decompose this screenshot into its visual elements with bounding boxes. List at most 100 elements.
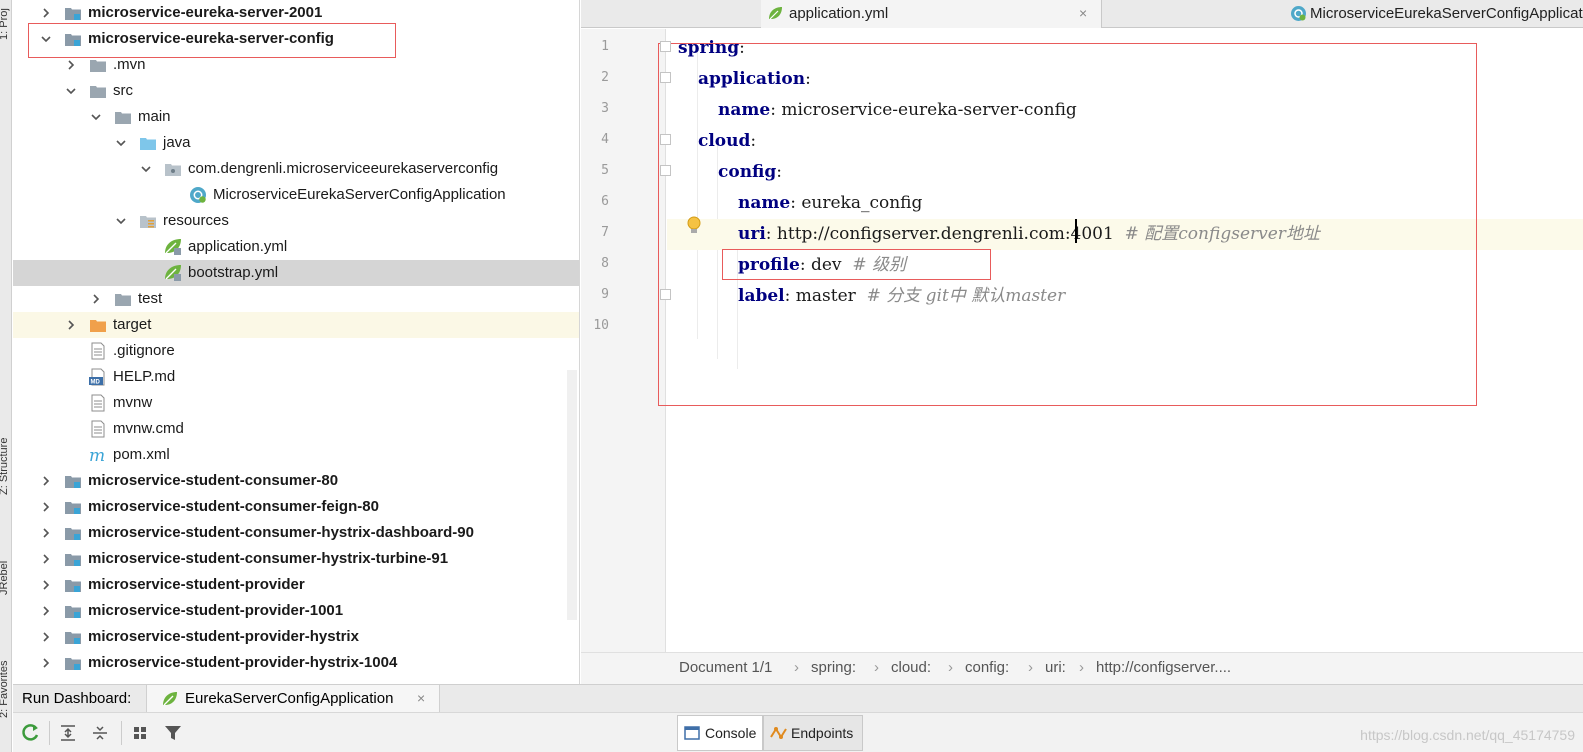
fold-marker-icon[interactable] [660,165,671,176]
tree-item[interactable]: test [13,286,579,312]
code-line[interactable]: config: [667,157,1583,188]
endpoints-tab[interactable]: Endpoints [763,715,863,751]
tree-item[interactable]: MD HELP.md [13,364,579,390]
chevron-right-icon[interactable] [64,52,78,78]
tree-item[interactable]: microservice-student-consumer-hystrix-tu… [13,546,579,572]
lightbulb-icon[interactable] [686,216,702,236]
console-tab[interactable]: Console [677,715,763,751]
resources-folder-icon [139,212,157,230]
tree-item-label: java [163,134,191,151]
breadcrumb-document[interactable]: Document 1/1 [679,659,772,676]
tree-item[interactable]: microservice-eureka-server-config [13,26,579,52]
tree-item-label: microservice-eureka-server-config [88,30,334,47]
line-number: 7 [601,225,609,240]
fold-marker-icon[interactable] [660,41,671,52]
favorites-tool-tab[interactable]: 2: Favorites [0,661,10,718]
chevron-down-icon[interactable] [39,26,53,52]
tree-item[interactable]: .mvn [13,52,579,78]
fold-marker-icon[interactable] [660,72,671,83]
fold-marker-icon[interactable] [660,289,671,300]
code-line[interactable] [667,312,1583,343]
tree-item-label: com.dengrenli.microserviceeurekaserverco… [188,160,499,177]
code-line[interactable]: label: master # 分支 git中 默认master [667,281,1583,312]
spring-yml-icon [164,238,182,256]
chevron-down-icon[interactable] [114,130,128,156]
run-app-tab[interactable]: EurekaServerConfigApplication × [146,685,440,713]
chevron-right-icon[interactable] [39,572,53,598]
breadcrumb-item[interactable]: http://configserver.... [1096,659,1231,676]
breadcrumb-item[interactable]: uri: [1045,659,1066,676]
breadcrumb-item[interactable]: config: [965,659,1009,676]
chevron-right-icon[interactable] [39,598,53,624]
tree-item[interactable]: microservice-student-provider-hystrix [13,624,579,650]
tree-item[interactable]: target [13,312,579,338]
breadcrumb-item[interactable]: spring: [811,659,856,676]
tree-item[interactable]: microservice-student-provider [13,572,579,598]
code-line[interactable]: cloud: [667,126,1583,157]
tree-item[interactable]: m pom.xml [13,442,579,468]
chevron-right-icon[interactable] [39,494,53,520]
tree-item[interactable]: MicroserviceEurekaServerConfigApplicatio… [13,182,579,208]
expand-all-icon[interactable] [58,723,80,745]
chevron-right-icon[interactable] [39,520,53,546]
chevron-right-icon[interactable] [39,0,53,26]
project-tool-tab[interactable]: 1: Proj [0,8,10,40]
chevron-right-icon[interactable] [89,286,103,312]
yaml-comment: # 分支 git中 默认master [866,286,1066,306]
jrebel-tool-tab[interactable]: JRebel [0,561,10,595]
chevron-right-icon[interactable] [64,312,78,338]
tree-item[interactable]: application.yml [13,234,579,260]
line-number: 4 [601,132,609,147]
text-file-icon [89,342,107,360]
project-tree[interactable]: microservice-eureka-server-2001 microserv… [13,0,580,684]
yaml-key: config [718,162,777,182]
tab-microservice-application[interactable]: MicroserviceEurekaServerConfigApplicatio… [1101,0,1583,28]
code-line[interactable]: name: eureka_config [667,188,1583,219]
code-line[interactable]: name: microservice-eureka-server-config [667,95,1583,126]
chevron-down-icon[interactable] [139,156,153,182]
breadcrumb-item[interactable]: cloud: [891,659,931,676]
fold-marker-icon[interactable] [660,134,671,145]
tree-item[interactable]: microservice-eureka-server-2001 [13,0,579,26]
chevron-down-icon[interactable] [114,208,128,234]
tree-item[interactable]: java [13,130,579,156]
chevron-down-icon[interactable] [64,78,78,104]
tree-scrollbar[interactable] [567,370,577,620]
tree-item[interactable]: mvnw.cmd [13,416,579,442]
rerun-icon[interactable] [21,723,43,745]
tree-item[interactable]: microservice-student-consumer-80 [13,468,579,494]
tree-item[interactable]: src [13,78,579,104]
chevron-right-icon[interactable] [39,546,53,572]
chevron-down-icon[interactable] [89,104,103,130]
filter-icon[interactable] [163,723,185,745]
code-line[interactable]: spring: [667,33,1583,64]
tree-item[interactable]: microservice-student-consumer-hystrix-da… [13,520,579,546]
code-line[interactable]: application: [667,64,1583,95]
tree-item[interactable]: microservice-student-consumer-feign-80 [13,494,579,520]
chevron-right-icon[interactable] [39,468,53,494]
collapse-all-icon[interactable] [90,723,112,745]
spring-yml-icon [767,5,784,22]
tree-item[interactable]: mvnw [13,390,579,416]
tree-item[interactable]: microservice-student-provider-1001 [13,598,579,624]
folder-icon [89,82,107,100]
code-line[interactable]: profile: dev # 级别 [667,250,1583,281]
chevron-right-icon[interactable] [39,624,53,650]
close-tab-icon[interactable]: × [1079,5,1087,21]
tree-item[interactable]: microservice-student-provider-hystrix-10… [13,650,579,676]
line-number: 5 [601,163,609,178]
close-run-tab-icon[interactable]: × [417,690,425,706]
yaml-key: label [738,286,785,306]
tab-application-yml[interactable]: application.yml × [761,0,1101,28]
structure-tool-tab[interactable]: Z: Structure [0,438,10,495]
chevron-right-icon[interactable] [39,650,53,676]
folder-icon [89,56,107,74]
tree-item[interactable]: bootstrap.yml [13,260,579,286]
code-line[interactable]: uri: http://configserver.dengrenli.com:4… [667,219,1583,250]
tree-item[interactable]: resources [13,208,579,234]
tree-item[interactable]: com.dengrenli.microserviceeurekaserverco… [13,156,579,182]
tree-item[interactable]: .gitignore [13,338,579,364]
tree-item[interactable]: main [13,104,579,130]
group-by-icon[interactable] [131,723,153,745]
code-editor[interactable]: spring: application: name: microservice-… [667,29,1583,652]
